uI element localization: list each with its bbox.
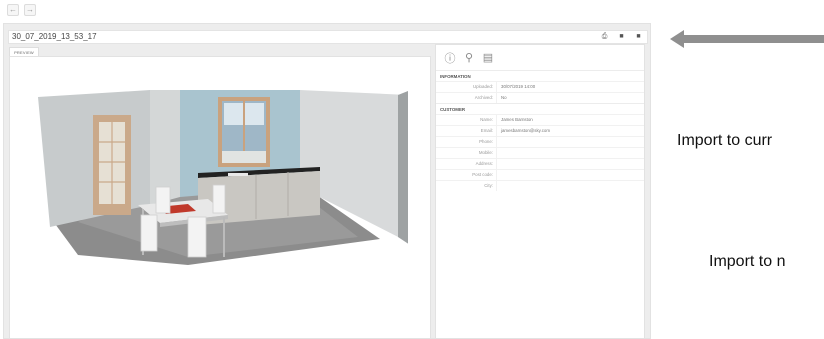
- field-value: 30/07/2019 14:00: [501, 84, 536, 89]
- title-actions: ⎙ ■ ■: [600, 33, 643, 41]
- field-label: Mobile:: [436, 148, 497, 158]
- import-current-annotation: Import to curr: [677, 132, 773, 149]
- field-value: [497, 170, 501, 180]
- info-icon[interactable]: ⓘ: [444, 50, 456, 66]
- field-label: Email:: [436, 126, 497, 136]
- kitchen-render-image: [38, 90, 408, 265]
- field-label: Uploaded:: [436, 82, 497, 92]
- field-value: [497, 159, 501, 169]
- row-archived: Archived: No: [436, 92, 644, 103]
- title-bar: 30_07_2019_13_53_17 ⎙ ■ ■: [8, 30, 648, 44]
- nav-controls: ← →: [7, 4, 36, 16]
- row-address: Address:: [436, 158, 644, 169]
- arrow-left-icon: [670, 30, 824, 48]
- section-information: INFORMATION: [436, 70, 644, 81]
- field-label: Post code:: [436, 170, 497, 180]
- field-value: [497, 148, 501, 158]
- forward-button[interactable]: →: [24, 4, 36, 16]
- row-name: Name: James Barnston: [436, 114, 644, 125]
- field-label: Phone:: [436, 137, 497, 147]
- row-postcode: Post code:: [436, 169, 644, 180]
- import-new-icon[interactable]: ■: [634, 33, 643, 41]
- attachment-icon[interactable]: ⚲: [463, 51, 475, 64]
- info-toolbar: ⓘ ⚲ ▤: [436, 45, 644, 70]
- info-panel: ⓘ ⚲ ▤ INFORMATION Uploaded: 30/07/2019 1…: [435, 44, 645, 339]
- row-email: Email: jamesbarnston@sky.com: [436, 125, 644, 136]
- row-uploaded: Uploaded: 30/07/2019 14:00: [436, 81, 644, 92]
- field-value: jamesbarnston@sky.com: [501, 128, 551, 133]
- notes-icon[interactable]: ▤: [482, 51, 494, 64]
- field-value: No: [501, 95, 507, 100]
- import-new-annotation: Import to n: [709, 253, 786, 270]
- print-icon[interactable]: ⎙: [600, 33, 609, 41]
- row-city: City:: [436, 180, 644, 191]
- field-value: [497, 137, 501, 147]
- field-label: City:: [436, 181, 497, 191]
- section-customer: CUSTOMER: [436, 103, 644, 114]
- field-value: James Barnston: [501, 117, 533, 122]
- field-label: Name:: [436, 115, 497, 125]
- row-phone: Phone:: [436, 136, 644, 147]
- import-current-icon[interactable]: ■: [617, 33, 626, 41]
- row-mobile: Mobile:: [436, 147, 644, 158]
- preview-panel: [9, 56, 431, 339]
- field-label: Archived:: [436, 93, 497, 103]
- back-button[interactable]: ←: [7, 4, 19, 16]
- field-value: [497, 181, 501, 191]
- field-label: Address:: [436, 159, 497, 169]
- design-title: 30_07_2019_13_53_17: [12, 32, 97, 41]
